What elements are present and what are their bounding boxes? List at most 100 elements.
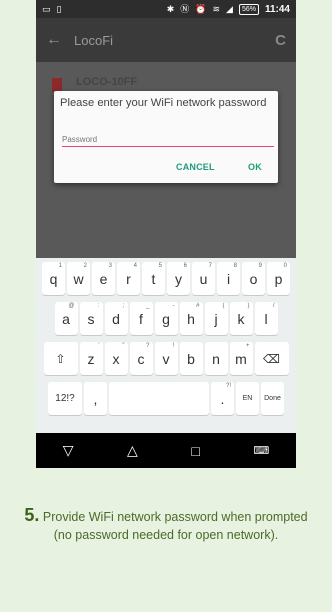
bluetooth-icon: ✱ — [166, 3, 175, 14]
nfc-icon: Ⓝ — [180, 3, 190, 14]
key-v[interactable]: ! v — [154, 342, 178, 375]
key-q[interactable]: 1q — [42, 262, 65, 295]
key-label: h — [187, 310, 195, 327]
key-j[interactable]: (j — [204, 302, 228, 335]
screen-icon: ▭ — [42, 3, 51, 14]
key-hint: 8 — [233, 263, 237, 269]
wifi-icon: ≋ — [212, 3, 221, 14]
space-key[interactable] — [109, 382, 209, 415]
keyboard-switch-icon[interactable]: ⌨ — [253, 444, 269, 457]
key-i[interactable]: 8i — [217, 262, 240, 295]
key-hint: - — [172, 303, 175, 309]
step-text: Provide WiFi network password when promp… — [42, 510, 308, 542]
key-d[interactable]: ; d — [104, 302, 128, 335]
password-dialog: Please enter your WiFi network password … — [54, 91, 278, 183]
sim-icon: ▯ — [56, 3, 62, 14]
key-label: g — [162, 310, 170, 327]
key-k[interactable]: ) k — [229, 302, 253, 335]
battery-indicator: 56% — [238, 3, 259, 15]
key-label: l — [264, 310, 268, 327]
key-hint: + — [245, 343, 250, 349]
key-hint: 0 — [283, 263, 287, 269]
key-b[interactable]: b — [179, 342, 203, 375]
key-n[interactable]: n — [204, 342, 228, 375]
key-hint: 7 — [208, 263, 212, 269]
key-hint: ; — [122, 303, 125, 309]
status-bar: ▭ ▯ ✱ Ⓝ ⏰ ≋ ◢ 56% 11:44 — [36, 0, 296, 18]
key-z[interactable]: ' z — [79, 342, 103, 375]
alarm-icon: ⏰ — [195, 3, 207, 14]
key-label: a — [62, 310, 70, 327]
key-s[interactable]: :s — [79, 302, 103, 335]
key-h[interactable]: # h — [179, 302, 203, 335]
key-x[interactable]: " x — [104, 342, 128, 375]
shift-key[interactable]: ⇧ — [43, 342, 78, 375]
key-l[interactable]: / l — [254, 302, 278, 335]
refresh-icon[interactable]: C — [275, 32, 286, 49]
arrow-back-icon[interactable]: ← — [46, 31, 68, 49]
key-t[interactable]: 5t — [142, 262, 165, 295]
period-key[interactable]: ?! . — [211, 382, 234, 415]
key-hint: _ — [146, 303, 150, 309]
key-label: v — [162, 350, 170, 367]
keyboard-row-4: 12!? , ?! . EN Done — [38, 382, 294, 415]
key-m[interactable]: + m — [229, 342, 253, 375]
key-label: m — [235, 350, 247, 367]
key-hint: ' — [98, 343, 100, 349]
clock: 11:44 — [264, 3, 290, 15]
key-label: p — [274, 270, 283, 287]
done-key[interactable]: Done — [261, 382, 284, 415]
key-label: c — [137, 350, 145, 367]
navigation-bar: ▽ △ □ ⌨ — [36, 433, 296, 468]
key-label: e — [99, 270, 108, 287]
nav-recents-icon[interactable]: □ — [191, 443, 199, 459]
key-label: j — [214, 310, 218, 327]
key-hint: / — [272, 303, 275, 309]
key-c[interactable]: ? c — [129, 342, 153, 375]
key-w[interactable]: 2w — [67, 262, 90, 295]
key-hint: 9 — [258, 263, 262, 269]
language-key[interactable]: EN — [236, 382, 259, 415]
device-icon — [52, 78, 62, 92]
period-label: . — [220, 390, 225, 407]
key-label: d — [112, 310, 120, 327]
key-u[interactable]: 7u — [192, 262, 215, 295]
key-y[interactable]: 6y — [167, 262, 190, 295]
key-r[interactable]: 4r — [117, 262, 140, 295]
key-label: y — [175, 270, 182, 287]
key-hint: ! — [172, 343, 175, 349]
key-hint: ? — [146, 343, 150, 349]
key-hint: 6 — [183, 263, 187, 269]
nav-back-icon[interactable]: ▽ — [63, 442, 74, 459]
comma-key[interactable]: , — [84, 382, 107, 415]
key-label: i — [226, 270, 231, 287]
key-o[interactable]: 9o — [242, 262, 265, 295]
keyboard-row-1: 1q2w3e4r5t6y7u8i9o0p — [38, 262, 294, 295]
keyboard-row-2: @ a: s; d _ f - g # h(j) k / l — [38, 302, 294, 335]
key-e[interactable]: 3e — [92, 262, 115, 295]
soft-keyboard: 1q2w3e4r5t6y7u8i9o0p @ a: s; d _ f - g # h(j) k / l … — [36, 258, 296, 433]
key-g[interactable]: -g — [154, 302, 178, 335]
key-label: n — [212, 350, 220, 367]
nav-home-icon[interactable]: △ — [127, 442, 138, 459]
cancel-button[interactable]: CANCEL — [176, 162, 215, 172]
device-name: LOCO-10FF — [76, 76, 138, 88]
key-label: r — [126, 270, 131, 287]
key-label: q — [49, 270, 58, 287]
step-caption: 5. Provide WiFi network password when pr… — [16, 506, 316, 544]
key-label: t — [151, 270, 156, 287]
password-field[interactable] — [62, 133, 274, 147]
delete-key[interactable]: ⌫ — [254, 342, 289, 375]
key-a[interactable]: @ a — [54, 302, 78, 335]
phone-screen: ▭ ▯ ✱ Ⓝ ⏰ ≋ ◢ 56% 11:44 ← LocoFi C LOCO-… — [36, 0, 296, 468]
key-p[interactable]: 0p — [267, 262, 290, 295]
key-label: b — [187, 350, 195, 367]
key-f[interactable]: _ f — [129, 302, 153, 335]
key-label: u — [199, 270, 208, 287]
key-hint: ( — [222, 303, 225, 309]
keyboard-row-3: ⇧ ' z " x? c! v b n + m ⌫ — [38, 342, 294, 375]
symbols-key[interactable]: 12!? — [48, 382, 82, 415]
key-hint: 5 — [158, 263, 162, 269]
key-hint: ) — [247, 303, 250, 309]
ok-button[interactable]: OK — [248, 162, 262, 172]
